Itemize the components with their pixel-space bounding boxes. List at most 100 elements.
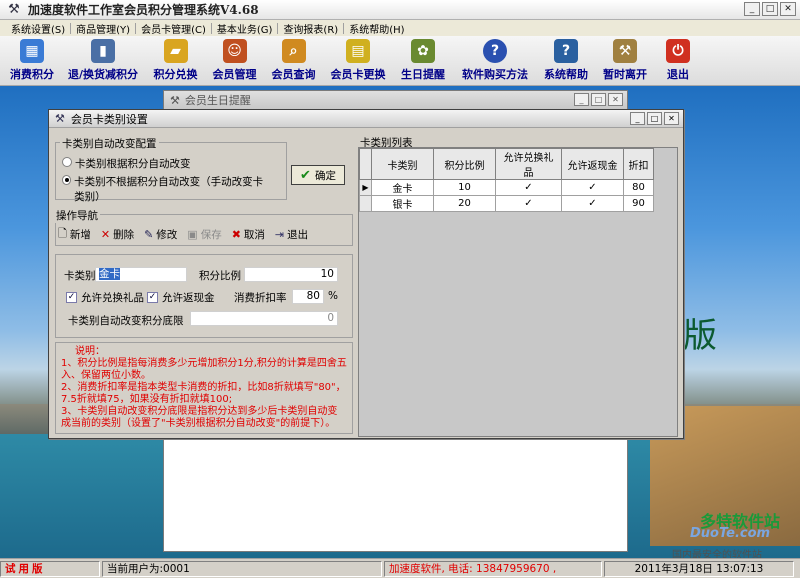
nav-cancel-button[interactable]: ✖ 取消 bbox=[232, 227, 265, 242]
phone-icon: ▮ bbox=[91, 39, 115, 63]
toolbar-purchase[interactable]: ? 软件购买方法 bbox=[453, 36, 537, 82]
status-bar: 试用版 当前用户为:0001 加速度软件, 电话: 13847959670 , … bbox=[0, 558, 800, 578]
radio-auto-change[interactable]: 卡类别根据积分自动改变 bbox=[62, 156, 282, 171]
close-icon[interactable]: ✕ bbox=[664, 112, 679, 125]
cell-cash[interactable]: ✓ bbox=[561, 195, 624, 212]
card-list-grid[interactable]: 卡类别 积分比例 允许兑换礼品 允许返现金 折扣 ▶ 金卡 10 ✓ ✓ 80 … bbox=[358, 147, 678, 437]
maximize-icon[interactable]: □ bbox=[647, 112, 662, 125]
card-list-panel: 卡类别列表 卡类别 积分比例 允许兑换礼品 允许返现金 折扣 ▶ 金卡 10 ✓… bbox=[356, 134, 680, 438]
cell-discount[interactable]: 80 bbox=[623, 179, 654, 196]
exit-icon: ⇥ bbox=[274, 227, 285, 241]
toolbar-member-manage[interactable]: ☺ 会员管理 bbox=[205, 36, 264, 82]
column-header[interactable]: 卡类别 bbox=[371, 148, 434, 180]
checkbox-icon[interactable]: ✓ bbox=[66, 292, 77, 303]
cell-exchange[interactable]: ✓ bbox=[495, 179, 562, 196]
app-titlebar: ⚒ 加速度软件工作室会员积分管理系统V4.68 _ □ ✕ bbox=[0, 0, 800, 20]
column-header[interactable]: 允许兑换礼品 bbox=[495, 148, 562, 180]
window-controls: _ □ ✕ bbox=[744, 2, 796, 16]
minimize-icon[interactable]: _ bbox=[630, 112, 645, 125]
min-points-input[interactable]: 0 bbox=[190, 311, 338, 326]
discount-input[interactable]: 80 bbox=[292, 289, 324, 304]
cell-cash[interactable]: ✓ bbox=[561, 179, 624, 196]
check-icon: ✔ bbox=[300, 167, 311, 183]
column-header[interactable]: 允许返现金 bbox=[561, 148, 624, 180]
nav-label: 修改 bbox=[156, 228, 178, 241]
toolbar-system-help[interactable]: ? 系统帮助 bbox=[537, 36, 595, 82]
power-icon: ⏻ bbox=[666, 39, 690, 63]
toolbar-label: 消费积分 bbox=[10, 68, 54, 81]
dialog-titlebar[interactable]: ⚒ 会员卡类别设置 _ □ ✕ bbox=[49, 110, 683, 128]
toolbar-label: 退/换货减积分 bbox=[67, 68, 139, 81]
birthday-window-title: 会员生日提醒 bbox=[184, 94, 251, 107]
toolbar-return-points[interactable]: ▮ 退/换货减积分 bbox=[60, 36, 146, 82]
cell-type[interactable]: 银卡 bbox=[371, 195, 434, 212]
cell-type[interactable]: 金卡 bbox=[371, 179, 434, 196]
cancel-icon: ✖ bbox=[231, 227, 241, 241]
radio-button[interactable] bbox=[62, 175, 72, 185]
close-icon[interactable]: ✕ bbox=[608, 93, 623, 106]
menu-member-card[interactable]: 会员卡管理(C) bbox=[136, 21, 211, 36]
column-header[interactable]: 折扣 bbox=[623, 148, 654, 180]
window-controls: _ □ ✕ bbox=[574, 93, 623, 106]
menu-system-settings[interactable]: 系统设置(S) bbox=[6, 21, 70, 36]
toolbar-label: 积分兑换 bbox=[153, 68, 198, 81]
allow-cash-checkbox[interactable]: ✓ 允许返现金 bbox=[147, 290, 215, 305]
discount-label: 消费折扣率 bbox=[234, 292, 287, 304]
toolbar-consume-points[interactable]: ▦ 消费积分 bbox=[4, 36, 60, 82]
discount-unit: % bbox=[328, 290, 338, 302]
radio-manual-change[interactable]: 卡类别不根据积分自动改变（手动改变卡类别） bbox=[62, 174, 272, 204]
column-header[interactable]: 积分比例 bbox=[433, 148, 496, 180]
allow-exchange-checkbox[interactable]: ✓ 允许兑换礼品 bbox=[66, 290, 144, 305]
nav-edit-button[interactable]: ✎ 修改 bbox=[144, 227, 177, 242]
radio-button[interactable] bbox=[62, 157, 72, 167]
notes-line: 2、消费折扣率是指本类型卡消费的折扣，比如8折就填写"80"，7.5折就填75，… bbox=[61, 382, 346, 405]
toolbar-member-search[interactable]: ⌕ 会员查询 bbox=[264, 36, 323, 82]
dialog-title: 会员卡类别设置 bbox=[70, 112, 148, 126]
menu-bar: 系统设置(S) 商品管理(Y) 会员卡管理(C) 基本业务(G) 查询报表(R)… bbox=[0, 20, 800, 36]
toolbar-card-change[interactable]: ▤ 会员卡更换 bbox=[323, 36, 393, 82]
menu-goods[interactable]: 商品管理(Y) bbox=[71, 21, 135, 36]
menu-help[interactable]: 系统帮助(H) bbox=[344, 21, 409, 36]
book-icon: ▤ bbox=[346, 39, 370, 63]
toolbar-away[interactable]: ⚒ 暂时离开 bbox=[595, 36, 655, 82]
nav-label: 退出 bbox=[287, 228, 309, 241]
nav-save-button[interactable]: ▣ 保存 bbox=[187, 227, 221, 242]
card-type-input[interactable]: 金卡 bbox=[95, 267, 187, 282]
ok-button[interactable]: ✔ 确定 bbox=[291, 165, 345, 185]
cell-ratio[interactable]: 10 bbox=[433, 179, 496, 196]
folder-icon: ▰ bbox=[163, 39, 188, 63]
toolbar-birthday[interactable]: ✿ 生日提醒 bbox=[393, 36, 453, 82]
close-icon[interactable]: ✕ bbox=[780, 2, 796, 16]
watermark-subtitle: 国内最安全的软件站 bbox=[672, 550, 762, 558]
nav-exit-button[interactable]: ⇥ 退出 bbox=[275, 227, 308, 242]
trial-badge: 试用版 bbox=[0, 560, 100, 577]
table-row[interactable]: ▶ 金卡 10 ✓ ✓ 80 bbox=[359, 179, 654, 196]
notes-panel: 说明： 1、积分比例是指每消费多少元增加积分1分,积分的计算是四舍五入、保留两位… bbox=[55, 342, 353, 434]
help-icon: ? bbox=[483, 39, 507, 63]
maximize-icon[interactable]: □ bbox=[591, 93, 606, 106]
cell-discount[interactable]: 90 bbox=[623, 195, 654, 212]
cell-ratio[interactable]: 20 bbox=[433, 195, 496, 212]
ratio-input[interactable]: 10 bbox=[244, 267, 338, 282]
minimize-icon[interactable]: _ bbox=[574, 93, 589, 106]
toolbar-exit[interactable]: ⏻ 退出 bbox=[655, 36, 701, 82]
toolbar-redeem-points[interactable]: ▰ 积分兑换 bbox=[146, 36, 205, 82]
nav-label: 删除 bbox=[113, 228, 135, 241]
minimize-icon[interactable]: _ bbox=[744, 2, 760, 16]
notes-line: 1、积分比例是指每消费多少元增加积分1分,积分的计算是四舍五入、保留两位小数。 bbox=[61, 358, 347, 381]
birthday-window-titlebar[interactable]: ⚒ 会员生日提醒 _ □ ✕ bbox=[164, 91, 627, 109]
cell-exchange[interactable]: ✓ bbox=[495, 195, 562, 212]
nav-new-button[interactable]: 🗋 新增 bbox=[58, 225, 91, 244]
datetime: 2011年3月18日 13:07:13 bbox=[604, 560, 794, 577]
menu-business[interactable]: 基本业务(G) bbox=[212, 21, 278, 36]
toolbar-label: 软件购买方法 bbox=[462, 68, 528, 81]
calculator-icon: ▦ bbox=[20, 39, 44, 63]
min-points-label: 卡类别自动改变积分底限 bbox=[68, 315, 184, 327]
table-row[interactable]: 银卡 20 ✓ ✓ 90 bbox=[359, 195, 654, 212]
app-icon: ⚒ bbox=[8, 1, 20, 17]
nav-delete-button[interactable]: ✕ 删除 bbox=[101, 227, 134, 242]
row-pointer-icon: ▶ bbox=[359, 179, 372, 196]
maximize-icon[interactable]: □ bbox=[762, 2, 778, 16]
menu-reports[interactable]: 查询报表(R) bbox=[278, 21, 343, 36]
checkbox-icon[interactable]: ✓ bbox=[147, 292, 158, 303]
